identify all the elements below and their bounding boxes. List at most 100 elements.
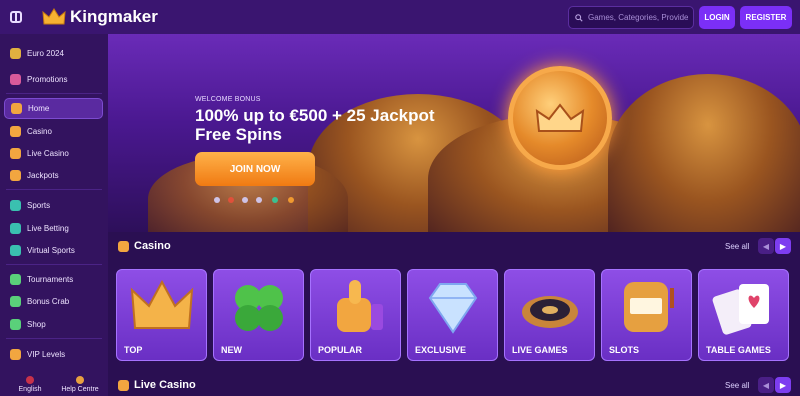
cards-icon — [118, 379, 129, 391]
mastercard-icon — [228, 197, 234, 203]
sidebar-item-vip-levels[interactable]: VIP Levels — [4, 344, 103, 365]
sidebar-item-label: Home — [28, 104, 50, 113]
card-label: POPULAR — [318, 345, 363, 355]
home-icon — [11, 103, 22, 114]
slot-machine-art — [624, 282, 674, 332]
sidebar-item-label: Virtual Sports — [27, 246, 75, 255]
gift-icon — [10, 74, 21, 85]
sidebar-divider — [6, 93, 102, 94]
help-label: Help Centre — [61, 386, 99, 393]
sidebar-item-label: Jackpots — [27, 171, 59, 180]
category-card-new[interactable]: NEW — [213, 269, 304, 361]
uk-flag-icon — [26, 376, 34, 384]
crown-art — [130, 279, 194, 329]
language-label: English — [18, 386, 42, 393]
sidebar-item-casino[interactable]: Casino — [4, 121, 103, 142]
sidebar-item-live-casino[interactable]: Live Casino — [4, 143, 103, 164]
sidebar-item-sports[interactable]: Sports — [4, 195, 103, 216]
sidebar-item-label: Bonus Crab — [27, 297, 70, 306]
category-card-popular[interactable]: POPULAR — [310, 269, 401, 361]
crab-icon — [10, 296, 21, 307]
register-button[interactable]: REGISTER — [740, 6, 792, 29]
login-button[interactable]: LOGIN — [699, 6, 735, 29]
sidebar-item-label: Live Betting — [27, 224, 69, 233]
casino-section-title: Casino — [118, 240, 171, 252]
sidebar-item-promotions[interactable]: Promotions — [4, 69, 103, 90]
sidebar-item-label: Casino — [27, 127, 52, 136]
sidebar-divider — [6, 189, 102, 190]
shop-icon — [10, 319, 21, 330]
crown-icon — [10, 349, 21, 360]
sidebar-item-tournaments[interactable]: Tournaments — [4, 269, 103, 290]
sidebar-item-home[interactable]: Home — [4, 98, 103, 119]
diamond-art — [428, 283, 478, 334]
sidebar-item-jackpots[interactable]: Jackpots — [4, 165, 103, 186]
slot-icon — [118, 240, 129, 252]
sidebar-item-label: Live Casino — [27, 149, 69, 158]
sidebar-item-label: VIP Levels — [27, 350, 66, 359]
clover-art — [235, 285, 283, 331]
category-card-table-games[interactable]: TABLE GAMES — [698, 269, 789, 361]
brand-name: Kingmaker — [70, 7, 158, 26]
sidebar-item-live-betting[interactable]: Live Betting — [4, 218, 103, 239]
sidebar-item-label: Shop — [27, 320, 46, 329]
welcome-banner[interactable]: WELCOME BONUS 100% up to €500 + 25 Jackp… — [108, 34, 800, 232]
chevron-left-icon[interactable]: ◀ — [758, 238, 774, 254]
live-casino-see-all-link[interactable]: See all — [725, 381, 749, 390]
trophy-icon — [10, 48, 21, 59]
category-card-slots[interactable]: SLOTS — [601, 269, 692, 361]
sidebar-item-label: Sports — [27, 201, 51, 210]
jackpot-icon — [10, 170, 21, 181]
sidebar-item-label: Tournaments — [27, 275, 74, 284]
search-box[interactable] — [568, 6, 694, 29]
crown-logo-icon — [42, 8, 66, 25]
chevron-right-icon[interactable]: ▶ — [775, 377, 791, 393]
category-card-top[interactable]: TOP — [116, 269, 207, 361]
search-input[interactable] — [588, 13, 688, 22]
casino-category-list: TOP NEW POPULAR EXCLUSIVE LIVE GAMES SLO… — [116, 269, 800, 361]
section-title-text: Live Casino — [134, 379, 196, 391]
chevron-right-icon[interactable]: ▶ — [775, 238, 791, 254]
cards-icon — [10, 148, 21, 159]
crown-icon — [535, 103, 585, 132]
bank-icon — [242, 197, 248, 203]
card-label: SLOTS — [609, 345, 640, 355]
join-now-button[interactable]: JOIN NOW — [195, 152, 315, 186]
sidebar-item-virtual-sports[interactable]: Virtual Sports — [4, 240, 103, 261]
sidebar-item-label: Promotions — [27, 75, 68, 84]
card-label: TOP — [124, 345, 143, 355]
card-label: LIVE GAMES — [512, 345, 568, 355]
sidebar-item-shop[interactable]: Shop — [4, 314, 103, 335]
card-label: NEW — [221, 345, 242, 355]
playing-cards-art — [712, 284, 769, 335]
wallet-icon — [272, 197, 278, 203]
soccer-ball-icon — [10, 200, 21, 211]
card-label: EXCLUSIVE — [415, 345, 467, 355]
help-centre-link[interactable]: Help Centre — [58, 376, 102, 393]
sidebar-divider — [6, 264, 102, 265]
section-title-text: Casino — [134, 240, 171, 252]
bitcoin-icon — [288, 197, 294, 203]
search-icon — [575, 13, 583, 22]
logo[interactable]: Kingmaker — [42, 7, 158, 27]
cup-icon — [10, 274, 21, 285]
visa-icon — [214, 197, 220, 203]
crown-coin-art — [508, 66, 612, 170]
main-content: WELCOME BONUS 100% up to €500 + 25 Jackp… — [108, 34, 800, 396]
category-card-live-games[interactable]: LIVE GAMES — [504, 269, 595, 361]
sidebar-item-euro-2024[interactable]: Euro 2024 — [4, 43, 103, 64]
sidebar-toggle-icon[interactable] — [10, 11, 22, 23]
live-casino-section-title: Live Casino — [118, 379, 196, 391]
thumbs-up-art — [337, 280, 383, 332]
sidebar-item-bonus-crab[interactable]: Bonus Crab — [4, 291, 103, 312]
casino-see-all-link[interactable]: See all — [725, 242, 749, 251]
category-card-exclusive[interactable]: EXCLUSIVE — [407, 269, 498, 361]
language-selector[interactable]: English — [10, 376, 50, 393]
top-bar: Kingmaker LOGIN REGISTER — [0, 0, 800, 34]
crypto-icon — [256, 197, 262, 203]
chevron-left-icon[interactable]: ◀ — [758, 377, 774, 393]
card-label: TABLE GAMES — [706, 345, 771, 355]
sidebar-divider — [6, 338, 102, 339]
live-betting-icon — [10, 223, 21, 234]
help-icon — [76, 376, 84, 384]
